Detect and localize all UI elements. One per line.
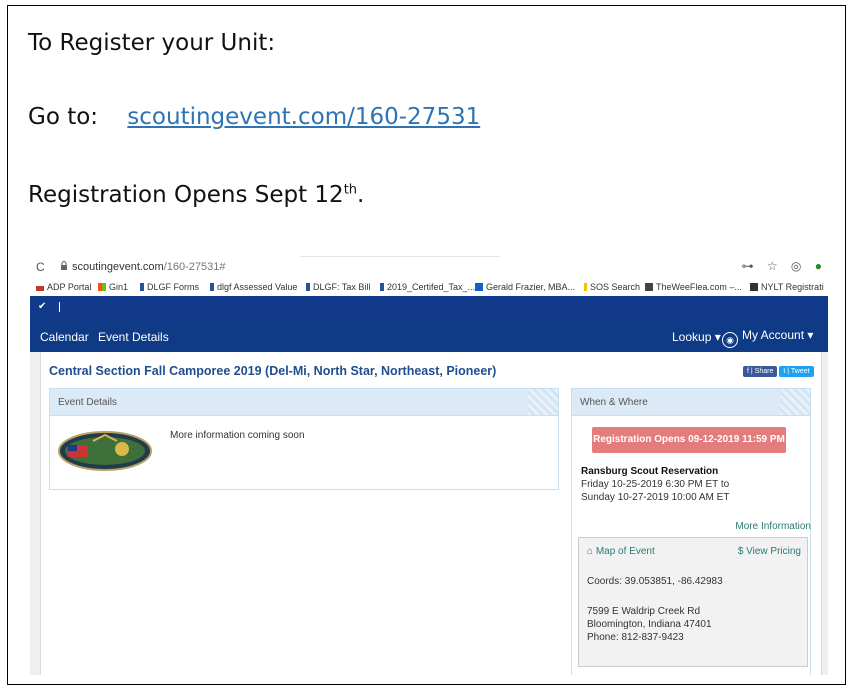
bookmark-item[interactable]: ADP Portal: [36, 282, 91, 292]
header-pattern: [780, 389, 810, 415]
browser-actions: ⊶ ☆ ◎ ●: [731, 259, 822, 273]
registration-opens-line: Registration Opens Sept 12th.: [28, 182, 364, 208]
lock-icon: [61, 261, 67, 270]
windows-icon: [98, 283, 106, 291]
period: .: [357, 182, 365, 208]
address-line2: Bloomington, Indiana 47401: [587, 619, 712, 630]
coords-text: Coords: 39.053851, -86.42983: [587, 576, 723, 587]
site-header-band: ✔: [30, 296, 828, 322]
bookmark-item[interactable]: 2019_Certifed_Tax_...: [380, 282, 475, 292]
header-pattern: [528, 389, 558, 415]
extension-icon[interactable]: ◎: [791, 259, 801, 273]
bookmark-label: Gin1: [109, 282, 129, 292]
bookmark-item[interactable]: Gerald Frazier, MBA...: [475, 282, 575, 292]
when-where-panel: When & Where Registration Opens 09-12-20…: [571, 388, 811, 675]
event-details-header: Event Details: [50, 389, 558, 416]
header-divider: [59, 302, 60, 312]
address-bar[interactable]: C scoutingevent.com/160-27531# ⊶ ☆ ◎ ●: [30, 258, 828, 278]
document-frame: To Register your Unit: Go to: scoutingev…: [7, 5, 846, 685]
home-icon: ⌂: [587, 546, 594, 557]
more-info-text: More information coming soon: [170, 430, 305, 441]
location-name: Ransburg Scout Reservation: [581, 466, 719, 477]
linkedin-icon: [475, 283, 483, 291]
goto-label: Go to:: [28, 104, 99, 130]
bookmark-icon: [36, 286, 44, 291]
bookmark-item[interactable]: DLGF Forms: [140, 282, 199, 292]
registration-link[interactable]: scoutingevent.com/160-27531: [127, 104, 480, 130]
when-where-header: When & Where: [572, 389, 810, 416]
url-path: /160-27531#: [163, 261, 226, 273]
nav-event-details[interactable]: Event Details: [98, 330, 169, 344]
bookmark-label: dlgf Assessed Value: [217, 282, 298, 292]
council-patch-logo: [58, 431, 152, 471]
bookmark-item[interactable]: TheWeeFlea.com –...: [645, 282, 742, 292]
goto-line: Go to: scoutingevent.com/160-27531: [28, 104, 480, 130]
more-information-link[interactable]: More Information: [735, 521, 811, 532]
profile-icon[interactable]: ●: [815, 259, 822, 273]
registration-opens-button[interactable]: Registration Opens 09-12-2019 11:59 PM: [592, 427, 786, 453]
bookmark-label: NYLT Registrati: [761, 282, 824, 292]
bookmark-label: TheWeeFlea.com –...: [656, 282, 742, 292]
bookmark-label: SOS Search: [590, 282, 641, 292]
my-account-label: My Account ▾: [742, 328, 814, 342]
event-end: Sunday 10-27-2019 10:00 AM ET: [581, 492, 730, 503]
page-body: Central Section Fall Camporee 2019 (Del-…: [30, 352, 828, 675]
bookmark-label: DLGF: Tax Bill: [313, 282, 371, 292]
bookmark-item[interactable]: NYLT Registrati: [750, 282, 824, 292]
bookmark-icon: [750, 283, 758, 291]
bookmark-item[interactable]: SOS Search: [584, 282, 640, 292]
bookmark-icon: [210, 283, 214, 291]
bookmark-item[interactable]: DLGF: Tax Bill: [306, 282, 370, 292]
bookmarks-bar: ADP Portal Gin1 DLGF Forms dlgf Assessed…: [30, 278, 828, 297]
bookmark-icon: [380, 283, 384, 291]
bookmark-label: ADP Portal: [47, 282, 92, 292]
bookmark-label: 2019_Certifed_Tax_...: [387, 282, 476, 292]
map-box: ⌂ Map of Event $ View Pricing Coords: 39…: [578, 537, 808, 667]
bookmark-label: Gerald Frazier, MBA...: [486, 282, 576, 292]
key-icon[interactable]: ⊶: [741, 259, 753, 273]
event-details-panel: Event Details More information coming so…: [49, 388, 559, 490]
nav-my-account[interactable]: ◉ My Account ▾: [722, 328, 813, 348]
folder-icon: [584, 283, 587, 291]
registration-opens-text: Registration Opens Sept 12: [28, 182, 344, 208]
when-where-header-label: When & Where: [580, 397, 648, 408]
site-navbar: Calendar Event Details Lookup ▾ ◉ My Acco…: [30, 322, 828, 352]
reload-icon[interactable]: C: [36, 260, 45, 274]
bookmark-item[interactable]: Gin1: [98, 282, 128, 292]
location-block: Ransburg Scout Reservation Friday 10-25-…: [581, 465, 729, 504]
nav-calendar[interactable]: Calendar: [40, 330, 89, 344]
bookmark-item[interactable]: dlgf Assessed Value: [210, 282, 297, 292]
event-details-header-label: Event Details: [58, 397, 117, 408]
nav-lookup[interactable]: Lookup ▾: [672, 330, 721, 344]
user-icon: ◉: [722, 332, 738, 348]
url-host: scoutingevent.com: [72, 261, 164, 273]
chevron-down-icon[interactable]: ✔: [38, 301, 46, 312]
bookmark-icon: [306, 283, 310, 291]
bookmark-label: DLGF Forms: [147, 282, 200, 292]
address-line1: 7599 E Waldrip Creek Rd: [587, 606, 701, 617]
star-icon[interactable]: ☆: [767, 259, 778, 273]
register-heading: To Register your Unit:: [28, 30, 276, 56]
content-area: Central Section Fall Camporee 2019 (Del-…: [40, 352, 822, 675]
view-pricing-link[interactable]: $ View Pricing: [738, 546, 801, 557]
embedded-screenshot: C scoutingevent.com/160-27531# ⊶ ☆ ◎ ● A…: [30, 248, 828, 675]
bookmark-icon: [140, 283, 144, 291]
event-start: Friday 10-25-2019 6:30 PM ET to: [581, 479, 730, 490]
map-of-event-link[interactable]: ⌂ Map of Event: [587, 546, 655, 557]
event-title: Central Section Fall Camporee 2019 (Del-…: [49, 364, 497, 378]
phone-text: Phone: 812-837-9423: [587, 632, 684, 643]
address-block: 7599 E Waldrip Creek Rd Bloomington, Ind…: [587, 605, 712, 644]
url-text[interactable]: scoutingevent.com/160-27531#: [72, 261, 226, 273]
tab-strip: [30, 248, 828, 258]
ordinal-suffix: th: [343, 182, 358, 198]
map-link-label: Map of Event: [595, 546, 655, 557]
bookmark-icon: [645, 283, 653, 291]
share-buttons: f | Share t | Tweet: [741, 366, 814, 377]
facebook-share-button[interactable]: f | Share: [743, 366, 778, 377]
tweet-button[interactable]: t | Tweet: [779, 366, 814, 377]
